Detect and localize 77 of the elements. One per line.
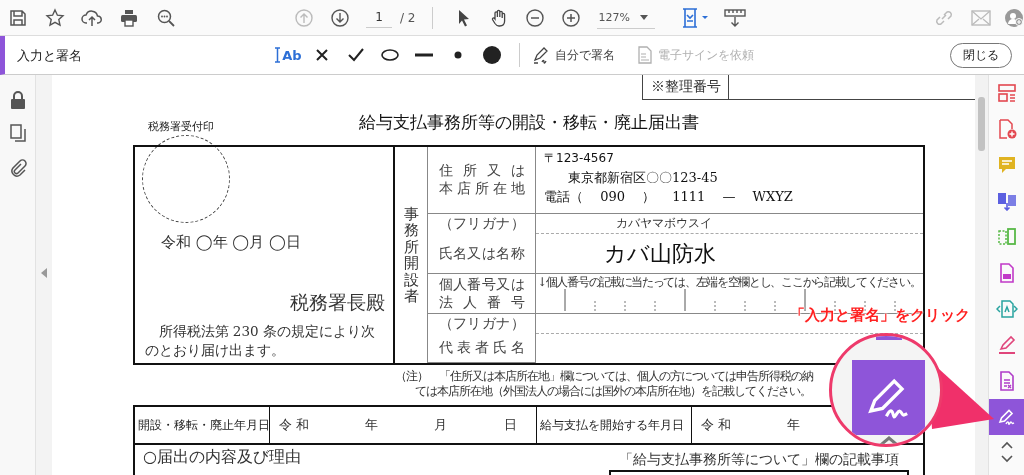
- layout-panels-icon: [997, 83, 1017, 103]
- mail-icon: [970, 8, 992, 27]
- address-line: 東京都新宿区〇〇123-45: [568, 169, 719, 187]
- tool-button[interactable]: [989, 399, 1024, 435]
- cloud-upload-icon[interactable]: [81, 7, 103, 28]
- address-line: 〒123-4567: [544, 150, 615, 167]
- furigana-value: カバヤマボウスイ: [616, 215, 712, 232]
- checkmark-icon: [348, 48, 364, 62]
- pen-icon: [997, 335, 1017, 355]
- number-note: ↓個人番号の記載に当たっては、左端を空欄とし、ここから記載してください。: [537, 275, 922, 289]
- address-line: 電話（ 090 ） 1111 — WXYZ: [544, 188, 794, 206]
- dot-icon: [454, 51, 462, 59]
- date-line: 令和 ◯年 ◯月 ◯日: [161, 232, 301, 252]
- ellipse-icon: [381, 49, 399, 61]
- field-label: 本店所在地: [438, 180, 525, 198]
- text-cursor-icon: [274, 47, 282, 63]
- date-field-value: 令 和 年 月 日: [278, 416, 517, 434]
- line-icon: [415, 53, 433, 57]
- document-form-icon: [997, 371, 1017, 391]
- note-text: ては本店所在地（外国法人の場合には国外の本店所在地）を記載してください。: [415, 384, 812, 399]
- form-title: 給与支払事務所等の開設・移転・廃止届出書: [359, 111, 699, 134]
- print-icon[interactable]: [119, 7, 139, 28]
- sign-yourself-button[interactable]: 自分で署名: [532, 41, 615, 69]
- field-label: （フリガナ）: [438, 215, 525, 233]
- paperclip-icon[interactable]: [8, 158, 27, 178]
- addressee: 税務署長殿: [290, 289, 385, 315]
- tile-strip: [876, 336, 902, 340]
- page-number-field[interactable]: 1: [366, 7, 392, 28]
- next-page-icon[interactable]: [330, 7, 350, 28]
- field-label: 個人番号又は: [438, 275, 525, 294]
- applicant-heading: 事務所開設者: [403, 205, 419, 305]
- chevron-up-icon[interactable]: [1001, 441, 1013, 449]
- document-export-icon: [997, 191, 1017, 211]
- pages-icon[interactable]: [8, 124, 27, 144]
- declaration-text: 所得税法第 230 条の規定により次のとおり届け出ます。: [145, 321, 376, 361]
- chevron-down-icon[interactable]: [1001, 455, 1013, 463]
- star-icon[interactable]: [45, 7, 65, 28]
- zoom-out-icon[interactable]: [524, 7, 545, 28]
- document-save-icon: [997, 263, 1017, 283]
- field-label: 給与支払を開始する年月日: [540, 417, 684, 433]
- ruler-download-icon[interactable]: [722, 7, 747, 28]
- zoom-in-icon[interactable]: [560, 7, 581, 28]
- save-icon[interactable]: [8, 7, 28, 28]
- cross-icon: [315, 48, 329, 62]
- page-split-icon: [997, 227, 1017, 247]
- date-field-value: 令 和 年: [700, 416, 801, 434]
- document-icon: [637, 46, 653, 64]
- previous-page-icon: [294, 7, 314, 28]
- section-heading: 「給与支払事務所等について」欄の記載事項: [619, 451, 899, 469]
- field-label: 法人番号: [438, 293, 525, 312]
- stamp-label: 税務署受付印: [148, 119, 214, 134]
- add-user-icon[interactable]: [1004, 7, 1024, 28]
- section-heading: ○届出の内容及び理由: [143, 447, 301, 468]
- scrollbar-thumb[interactable]: [978, 97, 985, 151]
- lock-icon[interactable]: [8, 90, 27, 110]
- signature-pen-icon: [997, 407, 1017, 427]
- document-scan-icon: [996, 299, 1018, 319]
- field-label: （フリガナ）: [438, 315, 525, 333]
- zoom-dropdown[interactable]: 127%: [596, 6, 655, 29]
- callout-text: 「入力と署名」をクリック: [790, 306, 970, 325]
- page-total: / 2: [400, 10, 416, 25]
- field-label: 開設・移転・廃止年月日: [138, 417, 269, 433]
- speech-bubble-icon: [997, 155, 1017, 175]
- name-value: カバ山防水: [604, 239, 716, 268]
- annotation-tool-button[interactable]: Ab: [273, 41, 303, 69]
- pen-signature-icon: [532, 46, 550, 64]
- note-text: （注） 「住所又は本店所在地」欄については、個人の方については申告所得税の納: [395, 369, 814, 384]
- search-icon[interactable]: [156, 7, 176, 28]
- color-swatch-icon: [482, 45, 502, 65]
- field-label: 氏名又は名称: [438, 244, 525, 263]
- reference-number-label: ※整理番号: [643, 75, 729, 99]
- collapse-arrow-icon[interactable]: [41, 267, 47, 278]
- document-plus-icon: [997, 119, 1017, 139]
- tool-title: 入力と署名: [17, 48, 82, 63]
- caret-icon: [639, 14, 648, 20]
- field-label: 代表者氏名: [438, 339, 525, 357]
- field-label: 住所又は: [438, 162, 525, 180]
